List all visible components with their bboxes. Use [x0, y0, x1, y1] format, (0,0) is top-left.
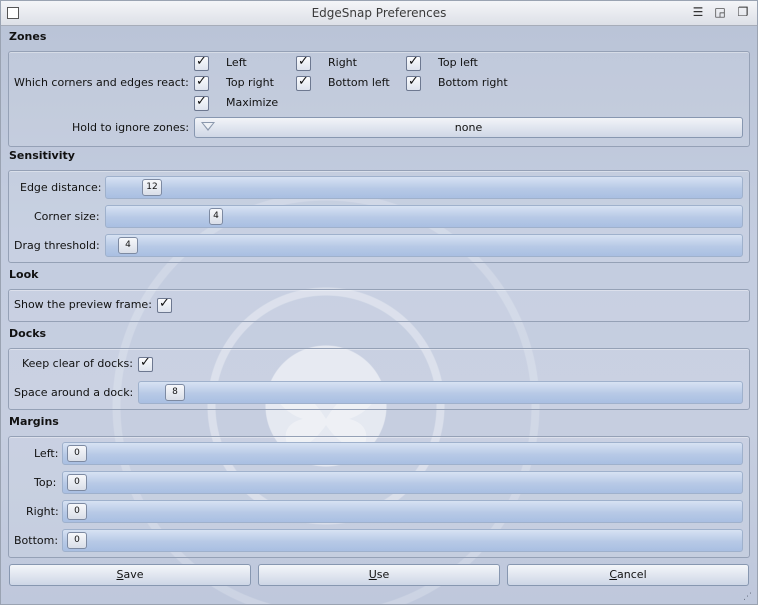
margin-top-label: Top: [34, 476, 57, 489]
checkbox-bottom-left[interactable] [296, 74, 311, 91]
maximize-icon[interactable]: ◲ [713, 5, 727, 19]
keep-clear-label: Keep clear of docks: [22, 357, 133, 370]
dock-space-handle[interactable]: 8 [165, 384, 185, 401]
margin-left-label: Left: [34, 447, 59, 460]
cancel-mnemonic: C [609, 568, 618, 581]
margin-left-slider[interactable]: 0 [62, 442, 743, 465]
margin-top-slider[interactable]: 0 [62, 471, 743, 494]
edge-distance-label: Edge distance: [20, 181, 102, 194]
drag-threshold-handle[interactable]: 4 [118, 237, 138, 254]
preview-frame-label: Show the preview frame: [14, 298, 152, 311]
checkbox-left-label: Left [226, 56, 247, 69]
save-label: ave [123, 568, 144, 581]
checkbox-maximize[interactable] [194, 94, 209, 111]
checkbox-bottom-right[interactable] [406, 74, 421, 91]
drag-threshold-label: Drag threshold: [14, 239, 100, 252]
margin-bottom-handle[interactable]: 0 [67, 532, 87, 549]
hold-ignore-label: Hold to ignore zones: [72, 121, 190, 134]
corner-size-label: Corner size: [34, 210, 100, 223]
checkbox-left[interactable] [194, 54, 209, 71]
corner-size-handle[interactable]: 4 [209, 208, 223, 225]
checkbox-maximize-label: Maximize [226, 96, 279, 109]
hold-ignore-value: none [454, 121, 483, 134]
look-heading: Look [9, 268, 39, 281]
margin-bottom-label: Bottom: [14, 534, 59, 547]
use-button[interactable]: Use [258, 564, 500, 586]
checkbox-top-left[interactable] [406, 54, 421, 71]
edge-distance-slider[interactable]: 12 [105, 176, 743, 199]
keep-clear-checkbox[interactable] [138, 355, 153, 372]
checkbox-top-right-label: Top right [226, 76, 274, 89]
preferences-window: EdgeSnap Preferences ☰ ◲ ❐ Zones Which c… [0, 0, 758, 605]
edge-distance-handle[interactable]: 12 [142, 179, 162, 196]
corner-size-slider[interactable]: 4 [105, 205, 743, 228]
checkbox-top-left-label: Top left [438, 56, 478, 69]
use-label: se [376, 568, 390, 581]
hamburger-menu-icon[interactable]: ☰ [691, 5, 705, 19]
margin-right-slider[interactable]: 0 [62, 500, 743, 523]
checkbox-right[interactable] [296, 54, 311, 71]
checkbox-top-right[interactable] [194, 74, 209, 91]
restore-icon[interactable]: ❐ [736, 5, 750, 19]
drag-threshold-slider[interactable]: 4 [105, 234, 743, 257]
title-bar[interactable]: EdgeSnap Preferences ☰ ◲ ❐ [1, 1, 757, 26]
checkbox-bottom-right-label: Bottom right [438, 76, 508, 89]
preview-frame-checkbox[interactable] [157, 296, 172, 313]
zones-heading: Zones [9, 30, 47, 43]
margin-right-label: Right: [26, 505, 59, 518]
hold-ignore-dropdown[interactable]: none [194, 117, 743, 138]
checkbox-right-label: Right [328, 56, 357, 69]
sensitivity-heading: Sensitivity [9, 149, 75, 162]
window-title: EdgeSnap Preferences [311, 6, 447, 20]
margin-top-handle[interactable]: 0 [67, 474, 87, 491]
dock-space-slider[interactable]: 8 [138, 381, 743, 404]
margin-bottom-slider[interactable]: 0 [62, 529, 743, 552]
use-mnemonic: U [368, 568, 377, 581]
resize-grip-icon[interactable]: ⋰ [743, 592, 753, 602]
dock-space-label: Space around a dock: [14, 386, 134, 399]
margin-right-handle[interactable]: 0 [67, 503, 87, 520]
corners-edges-label: Which corners and edges react: [14, 76, 189, 89]
margins-heading: Margins [9, 415, 59, 428]
cancel-button[interactable]: Cancel [507, 564, 749, 586]
margin-left-handle[interactable]: 0 [67, 445, 87, 462]
cancel-label: ancel [617, 568, 647, 581]
save-button[interactable]: Save [9, 564, 251, 586]
docks-heading: Docks [9, 327, 47, 340]
checkbox-bottom-left-label: Bottom left [328, 76, 390, 89]
